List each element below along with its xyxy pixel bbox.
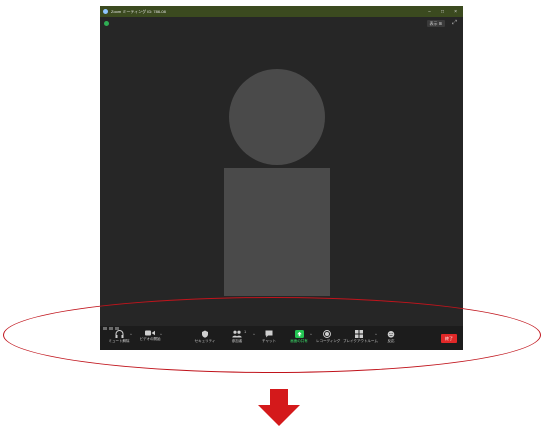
highlight-ellipse — [3, 297, 541, 373]
maximize-button[interactable]: □ — [441, 9, 444, 15]
down-arrow-shaft — [270, 389, 288, 405]
avatar-body — [224, 168, 330, 296]
window-controls: − □ × — [428, 6, 457, 17]
down-arrow-icon — [258, 405, 300, 426]
view-button[interactable]: 表示 ⊞ — [426, 20, 445, 27]
minimize-button[interactable]: − — [428, 9, 431, 15]
close-button[interactable]: × — [454, 9, 457, 15]
screenshot-stage: Zoom ミーティング ID: 786-08 − □ × 表示 ⊞ ⤢ ミュート… — [0, 0, 545, 428]
fullscreen-icon[interactable]: ⤢ — [452, 20, 457, 27]
shield-icon[interactable] — [104, 21, 109, 26]
app-icon — [103, 9, 108, 14]
avatar-head — [229, 69, 325, 165]
window-titlebar: Zoom ミーティング ID: 786-08 − □ × — [100, 6, 463, 17]
window-title: Zoom ミーティング ID: 786-08 — [111, 8, 166, 14]
